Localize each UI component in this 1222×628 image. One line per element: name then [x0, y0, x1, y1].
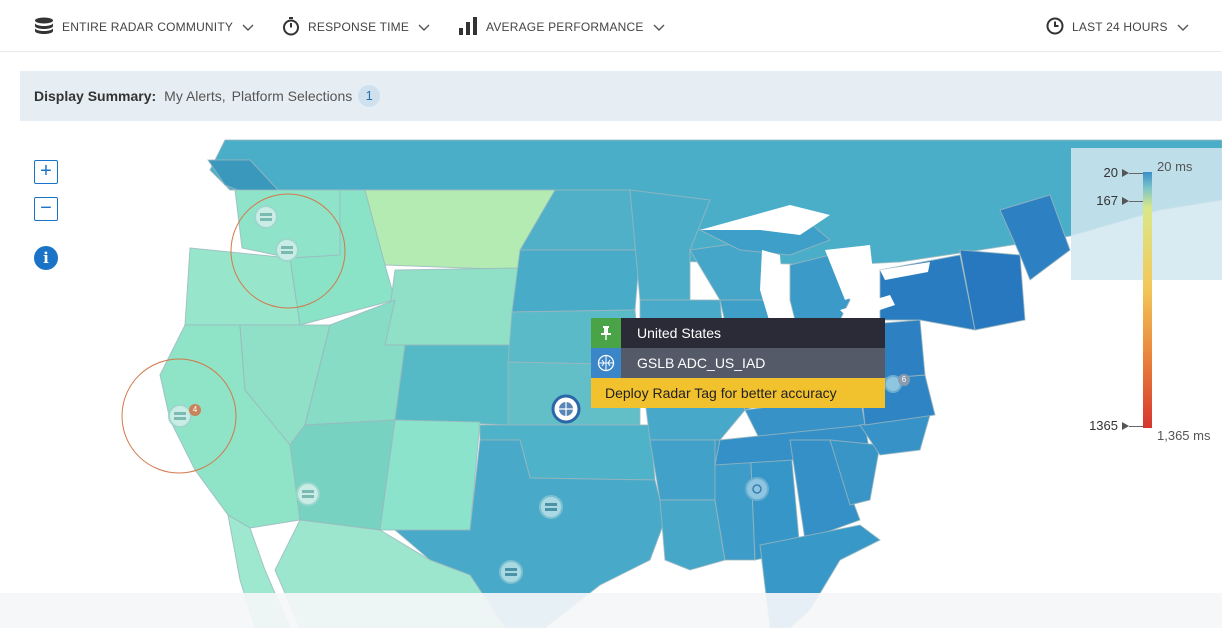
server-marker [254, 205, 278, 229]
state-arkansas [649, 439, 721, 501]
tooltip-server-row: GSLB ADC_US_IAD [591, 348, 885, 378]
chevron-down-icon [417, 20, 431, 34]
legend-color-scale [1143, 172, 1152, 428]
legend-top-value: 20 [1103, 165, 1118, 180]
server-marker [499, 560, 523, 584]
display-summary-label: Display Summary: [34, 88, 157, 104]
chevron-down-icon [241, 20, 255, 34]
bottom-panel [0, 593, 1222, 628]
platform-selections-count-badge[interactable]: 1 [358, 85, 381, 107]
zoom-in-button[interactable]: + [34, 160, 58, 184]
state-new-mexico [379, 419, 481, 531]
database-icon [34, 17, 54, 38]
server-marker [539, 495, 563, 519]
community-filter-label: ENTIRE RADAR COMMUNITY [62, 20, 234, 34]
state-south-dakota [511, 249, 641, 313]
performance-dropdown[interactable]: AVERAGE PERFORMANCE [458, 16, 666, 38]
chevron-down-icon [1176, 20, 1190, 34]
server-marker [168, 404, 192, 428]
pin-icon [591, 318, 621, 348]
timerange-dropdown[interactable]: LAST 24 HOURS [1046, 16, 1190, 38]
state-wyoming [384, 267, 521, 346]
state-colorado [394, 344, 513, 426]
tooltip-server: GSLB ADC_US_IAD [637, 355, 766, 371]
server-marker [275, 238, 299, 262]
server-marker [296, 482, 320, 506]
legend-pointer-icon [1122, 169, 1129, 177]
globe-node-icon [591, 348, 621, 378]
legend-top-ms: 20 ms [1157, 159, 1193, 174]
timerange-label: LAST 24 HOURS [1072, 20, 1168, 34]
tooltip-location-row: United States [591, 318, 885, 348]
cluster-count-east[interactable]: 6 [898, 374, 910, 386]
legend-pointer-icon [1122, 197, 1129, 205]
tooltip-hint[interactable]: Deploy Radar Tag for better accuracy [591, 385, 837, 401]
legend-bottom-ms: 1,365 ms [1157, 428, 1211, 443]
legend-tick [1129, 173, 1143, 174]
state-louisiana [659, 499, 726, 571]
community-filter-dropdown[interactable]: ENTIRE RADAR COMMUNITY [34, 16, 255, 38]
bar-chart-icon [458, 16, 478, 39]
legend-tick [1129, 426, 1143, 427]
server-marker [745, 477, 769, 501]
info-icon[interactable]: i [34, 246, 58, 270]
tooltip-hint-row[interactable]: Deploy Radar Tag for better accuracy [591, 378, 885, 408]
chevron-down-icon [652, 20, 666, 34]
metric-dropdown[interactable]: RESPONSE TIME [282, 16, 431, 38]
stopwatch-icon [282, 16, 300, 39]
legend-bottom-value: 1365 [1089, 418, 1118, 433]
legend-second-value: 167 [1096, 193, 1118, 208]
clock-icon [1046, 17, 1064, 38]
display-summary-bar: Display Summary: My Alerts, Platform Sel… [20, 71, 1222, 121]
legend-tick [1129, 201, 1143, 202]
legend-pointer-icon [1122, 422, 1129, 430]
performance-label: AVERAGE PERFORMANCE [486, 20, 644, 34]
zoom-out-button[interactable]: − [34, 197, 58, 221]
summary-item-platform-selections[interactable]: Platform Selections [232, 88, 353, 104]
map-tooltip: United States GSLB ADC_US_IAD Deploy Rad… [591, 318, 885, 408]
cluster-count-west[interactable]: 4 [189, 404, 201, 416]
summary-item-alerts[interactable]: My Alerts, [164, 88, 225, 104]
top-toolbar: ENTIRE RADAR COMMUNITY RESPONSE TIME AVE… [0, 0, 1222, 52]
selected-datacenter-marker [551, 394, 581, 424]
state-arizona [289, 419, 396, 531]
tooltip-location: United States [637, 325, 722, 341]
metric-label: RESPONSE TIME [308, 20, 410, 34]
